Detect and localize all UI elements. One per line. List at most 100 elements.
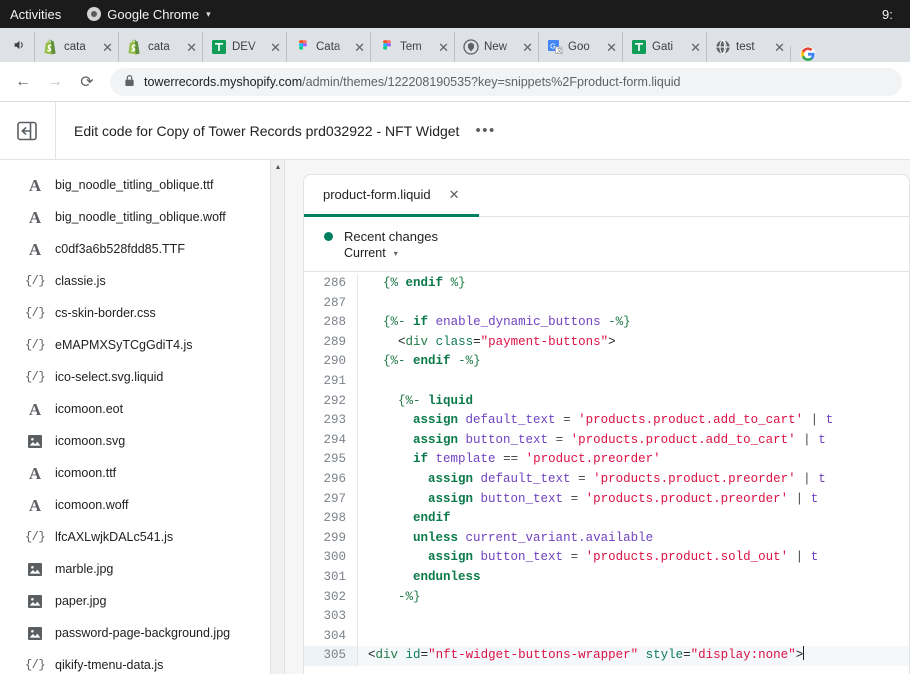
close-icon[interactable]: ✕ [270,41,281,54]
recent-changes-row: Recent changes [324,229,909,244]
sidebar-scrollbar[interactable]: ▲ [270,160,284,674]
code-line-text: {%- endif -%} [358,352,481,372]
line-number: 295 [304,450,358,470]
exit-editor-button[interactable] [0,102,56,160]
browser-tab[interactable]: DEV ✕ [202,32,286,62]
close-icon[interactable]: ✕ [606,41,617,54]
list-item[interactable]: A icomoon.eot [0,393,284,425]
chevron-down-icon[interactable]: ▾ [206,9,211,20]
code-line-text [358,294,368,314]
reload-button[interactable]: ⟳ [72,67,102,97]
file-name: icomoon.eot [55,402,123,416]
code-line-text: unless current_variant.available [358,529,653,549]
scroll-up-arrow-icon[interactable]: ▲ [271,160,285,174]
code-line[interactable]: 304 [304,627,909,647]
browser-tab[interactable]: New ✕ [454,32,538,62]
browser-tab[interactable]: Cata ✕ [286,32,370,62]
file-name: c0df3a6b528fdd85.TTF [55,242,185,256]
code-file-icon: {/} [26,274,44,288]
code-line[interactable]: 300 assign button_text = 'products.produ… [304,548,909,568]
code-line[interactable]: 289 <div class="payment-buttons"> [304,333,909,353]
chevron-down-icon: ▾ [394,249,398,258]
list-item[interactable]: paper.jpg [0,585,284,617]
browser-tab-strip: cata ✕ cata ✕ DEV ✕ Cata ✕ [0,28,910,62]
code-line[interactable]: 287 [304,294,909,314]
activities-button[interactable]: Activities [10,7,61,22]
list-item[interactable]: {/} classie.js [0,265,284,297]
close-icon[interactable]: ✕ [186,41,197,54]
code-line[interactable]: 288 {%- if enable_dynamic_buttons -%} [304,313,909,333]
list-item[interactable]: {/} ico-select.svg.liquid [0,361,284,393]
list-item[interactable]: A c0df3a6b528fdd85.TTF [0,233,284,265]
version-selector[interactable]: Current ▾ [344,246,909,260]
recent-changes-bar: Recent changes Current ▾ [304,217,909,272]
font-file-icon: A [26,497,44,514]
code-line[interactable]: 291 [304,372,909,392]
globe-icon [715,39,731,55]
line-number: 288 [304,313,358,333]
code-line[interactable]: 290 {%- endif -%} [304,352,909,372]
back-button[interactable]: ← [8,67,38,97]
image-file-icon [26,627,44,640]
system-clock[interactable]: 9: [882,0,904,28]
browser-tab[interactable] [790,46,824,62]
code-line[interactable]: 301 endunless [304,568,909,588]
list-item[interactable]: password-page-background.jpg [0,617,284,649]
list-item[interactable]: A big_noodle_titling_oblique.ttf [0,169,284,201]
list-item[interactable]: {/} eMAPMXSyTCgGdiT4.js [0,329,284,361]
close-icon[interactable]: ✕ [438,41,449,54]
active-app-menu[interactable]: Google Chrome ▾ [87,7,210,22]
font-file-icon: A [26,465,44,482]
list-item[interactable]: marble.jpg [0,553,284,585]
editor-tab-bar: product-form.liquid ✕ [304,175,909,217]
browser-tab-title: Gati [652,41,685,53]
line-number: 296 [304,470,358,490]
code-line[interactable]: 296 assign default_text = 'products.prod… [304,470,909,490]
code-line-active[interactable]: 305 <div id="nft-widget-buttons-wrapper"… [304,646,909,666]
browser-tab[interactable]: cata ✕ [118,32,202,62]
list-item[interactable] [0,161,284,169]
list-item[interactable]: A big_noodle_titling_oblique.woff [0,201,284,233]
browser-tab[interactable]: test ✕ [706,32,790,62]
list-item[interactable]: {/} lfcAXLwjkDALc541.js [0,521,284,553]
code-line[interactable]: 297 assign button_text = 'products.produ… [304,490,909,510]
forward-button[interactable]: → [40,67,70,97]
more-actions-button[interactable]: ••• [475,122,495,139]
browser-tab[interactable]: Tem ✕ [370,32,454,62]
code-line[interactable]: 295 if template == 'product.preorder' [304,450,909,470]
code-line[interactable]: 294 assign button_text = 'products.produ… [304,431,909,451]
list-item[interactable]: A icomoon.ttf [0,457,284,489]
list-item[interactable]: icomoon.svg [0,425,284,457]
browser-tab[interactable]: Gati ✕ [622,32,706,62]
line-number: 305 [304,646,358,666]
close-icon[interactable]: ✕ [522,41,533,54]
address-bar[interactable]: towerrecords.myshopify.com/admin/themes/… [110,68,902,96]
code-line[interactable]: 286 {% endif %} [304,274,909,294]
line-number: 304 [304,627,358,647]
browser-tab[interactable]: G 文 Goo ✕ [538,32,622,62]
image-file-icon [26,563,44,576]
browser-tab[interactable]: cata ✕ [34,32,118,62]
text-cursor [803,646,804,660]
code-line[interactable]: 303 [304,607,909,627]
code-line[interactable]: 292 {%- liquid [304,392,909,412]
close-icon[interactable]: ✕ [102,41,113,54]
list-item[interactable]: {/} qikify-tmenu-data.js [0,649,284,674]
close-icon[interactable]: ✕ [774,41,785,54]
tab-product-form-liquid[interactable]: product-form.liquid ✕ [304,175,479,217]
close-icon[interactable]: ✕ [690,41,701,54]
file-name: qikify-tmenu-data.js [55,658,163,672]
shopify-icon [43,39,59,55]
close-icon[interactable]: ✕ [354,41,365,54]
list-item[interactable]: A icomoon.woff [0,489,284,521]
code-line[interactable]: 298 endif [304,509,909,529]
code-line[interactable]: 293 assign default_text = 'products.prod… [304,411,909,431]
code-line[interactable]: 302 -%} [304,588,909,608]
code-line[interactable]: 299 unless current_variant.available [304,529,909,549]
list-item[interactable]: {/} cs-skin-border.css [0,297,284,329]
code-content[interactable]: 286 {% endif %} 287 288 {%- if enable_dy… [304,272,909,674]
audio-indicator-icon[interactable] [4,28,34,62]
close-icon[interactable]: ✕ [449,187,460,203]
line-number: 289 [304,333,358,353]
page-header: Edit code for Copy of Tower Records prd0… [0,102,910,160]
